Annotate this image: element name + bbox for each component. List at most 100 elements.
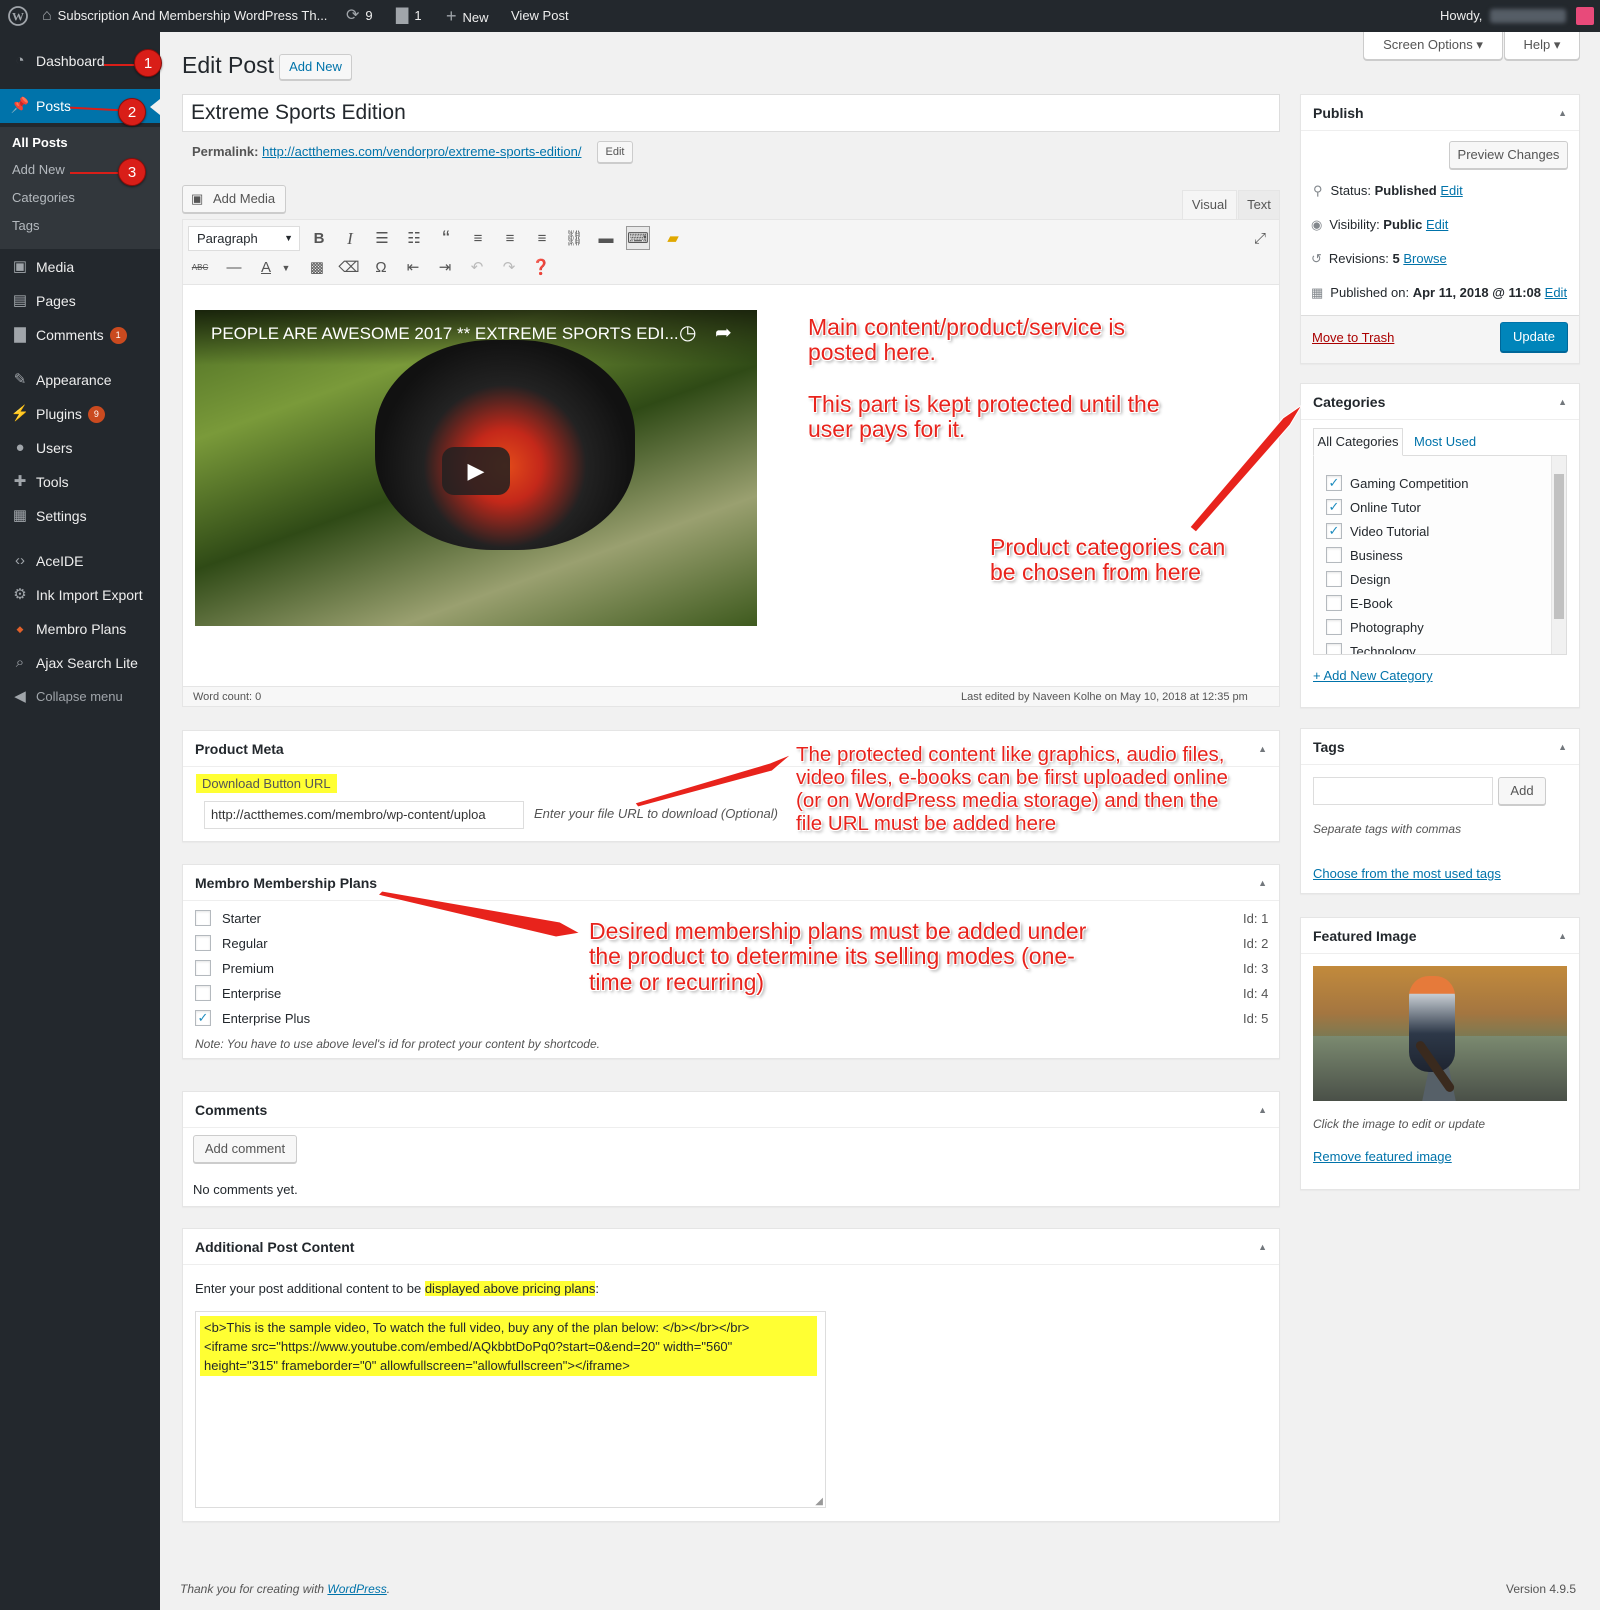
fullscreen-icon[interactable]: ⤢ (1248, 227, 1272, 251)
plan-checkbox[interactable] (195, 960, 211, 976)
howdy-text[interactable]: Howdy, (1440, 0, 1482, 32)
status-edit-link[interactable]: Edit (1440, 183, 1462, 198)
menu-tools[interactable]: ✚ Tools (0, 465, 160, 499)
chevron-down-icon[interactable]: ▼ (274, 256, 298, 280)
plan-checkbox[interactable] (195, 910, 211, 926)
category-checkbox[interactable]: ✓ (1326, 499, 1342, 515)
wordpress-logo-icon[interactable]: W (8, 0, 28, 32)
menu-plugins[interactable]: ⚡ Plugins 9 (0, 397, 160, 431)
special-character-icon[interactable]: Ω (369, 256, 393, 280)
numbered-list-icon[interactable]: ☷ (402, 227, 426, 251)
categories-header[interactable]: Categories ▲ (1301, 384, 1579, 420)
permalink-url-link[interactable]: http://actthemes.com/vendorpro/extreme-s… (262, 144, 581, 159)
tab-all-categories[interactable]: All Categories (1313, 428, 1403, 456)
comments-link[interactable]: ▇ 1 (396, 0, 422, 32)
updates-link[interactable]: ⟳ 9 (346, 0, 373, 32)
plan-checkbox[interactable]: ✓ (195, 1010, 211, 1026)
category-checkbox[interactable] (1326, 595, 1342, 611)
preview-changes-button[interactable]: Preview Changes (1449, 141, 1568, 169)
wordpress-link[interactable]: WordPress (327, 1582, 386, 1596)
site-name-link[interactable]: ⌂ Subscription And Membership WordPress T… (42, 0, 327, 32)
toggle-arrow-icon[interactable]: ▲ (1558, 384, 1567, 420)
help-button[interactable]: Help ▾ (1504, 32, 1580, 60)
indent-icon[interactable]: ⇥ (433, 256, 457, 280)
redo-icon[interactable]: ↷ (497, 256, 521, 280)
menu-appearance[interactable]: ✎ Appearance (0, 363, 160, 397)
resize-handle-icon[interactable]: ◢ (815, 1496, 823, 1507)
submenu-categories[interactable]: Categories (12, 190, 75, 205)
tab-visual[interactable]: Visual (1182, 190, 1237, 219)
update-button[interactable]: Update (1500, 322, 1568, 352)
choose-tags-link[interactable]: Choose from the most used tags (1313, 866, 1501, 881)
video-embed[interactable]: PEOPLE ARE AWESOME 2017 ** EXTREME SPORT… (195, 310, 757, 626)
submenu-all-posts[interactable]: All Posts (12, 135, 68, 150)
toggle-arrow-icon[interactable]: ▲ (1258, 731, 1267, 767)
category-list[interactable]: ✓ Gaming Competition ✓ Online Tutor ✓ Video T… (1313, 455, 1567, 655)
category-checkbox[interactable] (1326, 547, 1342, 563)
menu-comments[interactable]: ▇ Comments 1 (0, 318, 160, 352)
strikethrough-icon[interactable]: ABC (188, 256, 212, 280)
category-checkbox[interactable] (1326, 571, 1342, 587)
download-url-input[interactable]: http://actthemes.com/membro/wp-content/u… (204, 801, 524, 829)
menu-ink-import-export[interactable]: ⚙ Ink Import Export (0, 578, 160, 612)
bold-icon[interactable]: B (307, 227, 331, 251)
add-new-button[interactable]: Add New (279, 54, 352, 80)
post-title-input[interactable]: Extreme Sports Edition (182, 94, 1280, 132)
toggle-arrow-icon[interactable]: ▲ (1558, 95, 1567, 131)
menu-aceide[interactable]: ‹› AceIDE (0, 544, 160, 578)
align-right-icon[interactable]: ≡ (530, 227, 554, 251)
tab-text[interactable]: Text (1238, 190, 1280, 219)
submenu-add-new[interactable]: Add New (12, 162, 65, 177)
clock-icon[interactable]: ◷ (679, 320, 696, 345)
bullet-list-icon[interactable]: ☰ (370, 227, 394, 251)
plan-checkbox[interactable] (195, 935, 211, 951)
submenu-tags[interactable]: Tags (12, 218, 39, 233)
category-checkbox[interactable]: ✓ (1326, 475, 1342, 491)
paste-text-icon[interactable]: ▩ (305, 256, 329, 280)
toggle-arrow-icon[interactable]: ▲ (1258, 865, 1267, 901)
featured-image[interactable] (1313, 966, 1567, 1101)
membro-plans-header[interactable]: Membro Membership Plans ▲ (183, 865, 1279, 901)
move-to-trash-link[interactable]: Move to Trash (1312, 330, 1394, 345)
new-content-link[interactable]: + New (446, 0, 489, 32)
share-icon[interactable]: ➦ (715, 320, 732, 345)
avatar[interactable] (1576, 7, 1594, 25)
add-new-category-link[interactable]: + Add New Category (1313, 668, 1433, 683)
align-center-icon[interactable]: ≡ (498, 227, 522, 251)
play-icon[interactable]: ▶ (442, 447, 510, 495)
publish-header[interactable]: Publish ▲ (1301, 95, 1579, 131)
toolbar-toggle-icon[interactable]: ⌨ (626, 226, 650, 250)
undo-icon[interactable]: ↶ (465, 256, 489, 280)
menu-settings[interactable]: ▦ Settings (0, 499, 160, 533)
help-icon[interactable]: ❓ (529, 256, 553, 280)
permalink-edit-button[interactable]: Edit (597, 141, 633, 163)
italic-icon[interactable]: I (338, 227, 362, 251)
view-post-link[interactable]: View Post (511, 0, 569, 32)
additional-content-header[interactable]: Additional Post Content ▲ (183, 1229, 1279, 1265)
link-icon[interactable]: ⛓ (562, 227, 586, 251)
tags-header[interactable]: Tags ▲ (1301, 729, 1579, 765)
tag-input[interactable] (1313, 777, 1493, 805)
read-more-icon[interactable]: ▬ (594, 227, 618, 251)
outdent-icon[interactable]: ⇤ (401, 256, 425, 280)
menu-collapse[interactable]: ◀ Collapse menu (0, 680, 160, 714)
menu-ajax-search-lite[interactable]: ⌕ Ajax Search Lite (0, 646, 160, 680)
category-checkbox[interactable] (1326, 619, 1342, 635)
add-tag-button[interactable]: Add (1498, 777, 1546, 805)
visibility-edit-link[interactable]: Edit (1426, 217, 1448, 232)
align-left-icon[interactable]: ≡ (466, 227, 490, 251)
comments-header[interactable]: Comments ▲ (183, 1092, 1279, 1128)
tab-most-used[interactable]: Most Used (1414, 434, 1476, 449)
menu-membro-plans[interactable]: ◆ Membro Plans (0, 612, 160, 646)
add-comment-button[interactable]: Add comment (193, 1135, 297, 1163)
featured-image-header[interactable]: Featured Image ▲ (1301, 918, 1579, 954)
scrollbar[interactable] (1551, 456, 1566, 654)
additional-content-textarea[interactable]: <b>This is the sample video, To watch th… (195, 1311, 826, 1508)
clear-formatting-icon[interactable]: ⌫ (337, 256, 361, 280)
horizontal-line-icon[interactable]: — (222, 256, 246, 280)
category-checkbox[interactable]: ✓ (1326, 523, 1342, 539)
toggle-arrow-icon[interactable]: ▲ (1258, 1229, 1267, 1265)
menu-users[interactable]: ● Users (0, 431, 160, 465)
browse-revisions-link[interactable]: Browse (1403, 251, 1446, 266)
plan-checkbox[interactable] (195, 985, 211, 1001)
